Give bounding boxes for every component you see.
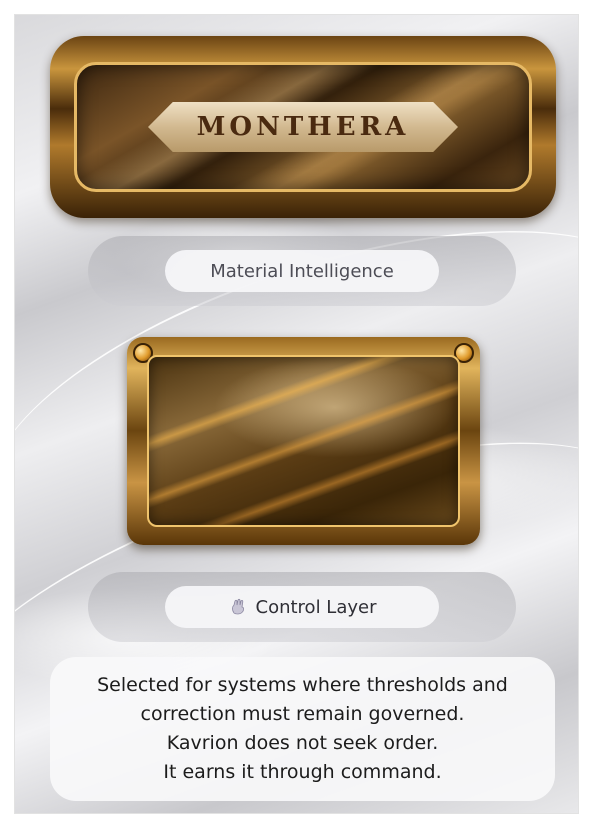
description-line: It earns it through command. (163, 761, 442, 783)
label-band-material: Material Intelligence (88, 236, 516, 306)
material-intelligence-label: Material Intelligence (165, 250, 439, 292)
hand-icon (228, 597, 248, 617)
logo-title: MONTHERA (196, 112, 410, 142)
description-line: correction must remain governed. (140, 703, 465, 725)
stone-image-frame (127, 337, 480, 545)
control-layer-text: Control Layer (255, 596, 377, 618)
description-line: Kavrion does not seek order. (166, 732, 439, 754)
logo-panel: MONTHERA (50, 36, 556, 218)
marble-panel: MONTHERA (74, 62, 532, 192)
label-band-control: Control Layer (88, 572, 516, 642)
stone-texture (147, 355, 460, 527)
control-layer-label: Control Layer (165, 586, 439, 628)
description-card: Selected for systems where thresholds an… (50, 657, 555, 801)
title-plaque: MONTHERA (148, 102, 458, 152)
description-line: Selected for systems where thresholds an… (97, 674, 508, 696)
material-intelligence-text: Material Intelligence (210, 260, 394, 282)
